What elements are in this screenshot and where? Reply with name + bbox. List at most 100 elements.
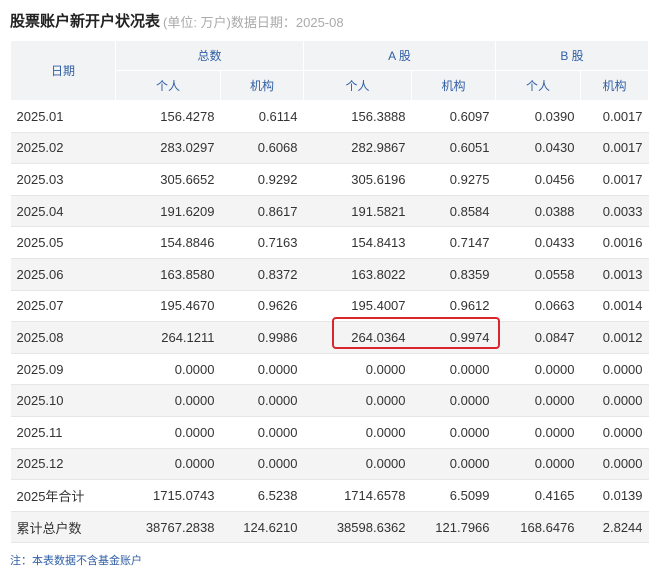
cell-total-inst: 0.8372 (220, 258, 304, 291)
cell-total-person: 163.8580 (115, 258, 221, 291)
cell-total-inst: 0.9986 (220, 321, 304, 354)
cell-date: 2025.08 (10, 321, 116, 354)
cell-b-person: 168.6476 (495, 511, 581, 544)
cell-b-inst: 0.0014 (580, 290, 649, 323)
cell-b-inst: 0.0016 (580, 226, 649, 259)
cell-total-person: 264.1211 (115, 321, 221, 354)
cell-b-person: 0.0390 (495, 100, 581, 133)
table-row: 2025.02 283.0297 0.6068 282.9867 0.6051 0.043… (10, 132, 649, 165)
header-b-share: B 股 (495, 40, 650, 71)
table-row: 2025.05 154.8846 0.7163 154.8413 0.7147 0.043… (10, 226, 649, 259)
cell-a-inst: 0.0000 (411, 416, 496, 449)
cell-b-person: 0.0433 (495, 226, 581, 259)
cell-b-inst: 2.8244 (580, 511, 649, 544)
footnote: 注：本表数据不含基金账户 (10, 555, 142, 567)
cell-a-inst: 121.7966 (411, 511, 496, 544)
table-row: 2025.07 195.4670 0.9626 195.4007 0.9612 0.066… (10, 290, 649, 323)
cell-b-person: 0.4165 (495, 479, 581, 512)
cell-total-inst: 0.9626 (220, 290, 304, 323)
header-total-inst: 机构 (219, 70, 305, 101)
table-row: 2025.10 0.0000 0.0000 0.0000 0.0000 0.0000 0.0… (10, 384, 649, 417)
cell-b-person: 0.0000 (495, 353, 581, 386)
table-row: 2025.08 264.1211 0.9986 264.0364 0.9974 0.084… (10, 321, 649, 354)
cell-b-person: 0.0388 (495, 195, 581, 228)
cell-date: 2025.03 (10, 163, 116, 196)
cell-a-inst: 0.8584 (411, 195, 496, 228)
cell-b-inst: 0.0000 (580, 448, 649, 481)
cell-b-person: 0.0000 (495, 384, 581, 417)
table-row: 2025年合计 1715.0743 6.5238 1714.6578 6.5099 0.4… (10, 479, 649, 512)
header-date: 日期 (10, 40, 116, 101)
cell-total-person: 1715.0743 (115, 479, 221, 512)
cell-date: 2025.04 (10, 195, 116, 228)
cell-a-inst: 0.9974 (411, 321, 496, 354)
table-row: 2025.01 156.4278 0.6114 156.3888 0.6097 0.039… (10, 100, 649, 133)
cell-date: 2025.07 (10, 290, 116, 323)
cell-b-inst: 0.0017 (580, 163, 649, 196)
cell-b-inst: 0.0013 (580, 258, 649, 291)
cell-a-inst: 0.0000 (411, 384, 496, 417)
cell-total-inst: 124.6210 (220, 511, 304, 544)
cell-total-inst: 0.7163 (220, 226, 304, 259)
table-row: 2025.04 191.6209 0.8617 191.5821 0.8584 0.038… (10, 195, 649, 228)
cell-b-inst: 0.0139 (580, 479, 649, 512)
cell-b-person: 0.0663 (495, 290, 581, 323)
cell-a-person: 0.0000 (303, 353, 412, 386)
cell-b-inst: 0.0017 (580, 100, 649, 133)
cell-total-inst: 0.6114 (220, 100, 304, 133)
cell-total-inst: 0.0000 (220, 384, 304, 417)
subtitle: (单位: 万户)数据日期：2025-08 (163, 15, 344, 30)
header-a-share: A 股 (303, 40, 497, 71)
cell-a-inst: 0.0000 (411, 448, 496, 481)
cell-b-person: 0.0456 (495, 163, 581, 196)
cell-total-person: 0.0000 (115, 416, 221, 449)
cell-a-inst: 6.5099 (411, 479, 496, 512)
cell-date: 2025.12 (10, 448, 116, 481)
cell-total-person: 191.6209 (115, 195, 221, 228)
cell-date: 累计总户数 (10, 511, 116, 544)
header-a-inst: 机构 (411, 70, 497, 101)
cell-total-person: 0.0000 (115, 353, 221, 386)
table-row: 2025.11 0.0000 0.0000 0.0000 0.0000 0.0000 0.0… (10, 416, 649, 449)
cell-total-inst: 0.0000 (220, 353, 304, 386)
cell-a-person: 156.3888 (303, 100, 412, 133)
cell-a-person: 282.9867 (303, 132, 412, 165)
cell-total-person: 156.4278 (115, 100, 221, 133)
cell-date: 2025.05 (10, 226, 116, 259)
cell-date: 2025.02 (10, 132, 116, 165)
cell-a-person: 0.0000 (303, 416, 412, 449)
cell-date: 2025.01 (10, 100, 116, 133)
header-a-person: 个人 (303, 70, 413, 101)
cell-a-inst: 0.9275 (411, 163, 496, 196)
cell-total-person: 154.8846 (115, 226, 221, 259)
cell-b-inst: 0.0012 (580, 321, 649, 354)
cell-total-person: 305.6652 (115, 163, 221, 196)
header-total: 总数 (114, 40, 305, 71)
header-b-person: 个人 (495, 70, 582, 101)
cell-a-person: 195.4007 (303, 290, 412, 323)
table-row: 2025.03 305.6652 0.9292 305.6196 0.9275 0.045… (10, 163, 649, 196)
cell-a-inst: 0.6051 (411, 132, 496, 165)
cell-total-inst: 6.5238 (220, 479, 304, 512)
cell-b-inst: 0.0000 (580, 353, 649, 386)
cell-b-person: 0.0000 (495, 416, 581, 449)
cell-date: 2025.11 (10, 416, 116, 449)
cell-b-inst: 0.0000 (580, 416, 649, 449)
cell-a-inst: 0.0000 (411, 353, 496, 386)
cell-total-inst: 0.8617 (220, 195, 304, 228)
cell-total-inst: 0.6068 (220, 132, 304, 165)
cell-a-person: 154.8413 (303, 226, 412, 259)
table-row: 2025.12 0.0000 0.0000 0.0000 0.0000 0.0000 0.0… (10, 448, 649, 481)
cell-a-inst: 0.7147 (411, 226, 496, 259)
cell-total-person: 38767.2838 (115, 511, 221, 544)
cell-b-inst: 0.0017 (580, 132, 649, 165)
cell-total-inst: 0.9292 (220, 163, 304, 196)
cell-total-inst: 0.0000 (220, 448, 304, 481)
cell-total-person: 0.0000 (115, 448, 221, 481)
cell-a-person: 264.0364 (303, 321, 412, 354)
account-table: 日期 总数 A 股 B 股 个人 机构 个人 机构 个人 机构 2025.01 1… (10, 40, 650, 544)
cell-a-inst: 0.6097 (411, 100, 496, 133)
cell-b-person: 0.0000 (495, 448, 581, 481)
cell-a-person: 191.5821 (303, 195, 412, 228)
cell-a-person: 0.0000 (303, 384, 412, 417)
